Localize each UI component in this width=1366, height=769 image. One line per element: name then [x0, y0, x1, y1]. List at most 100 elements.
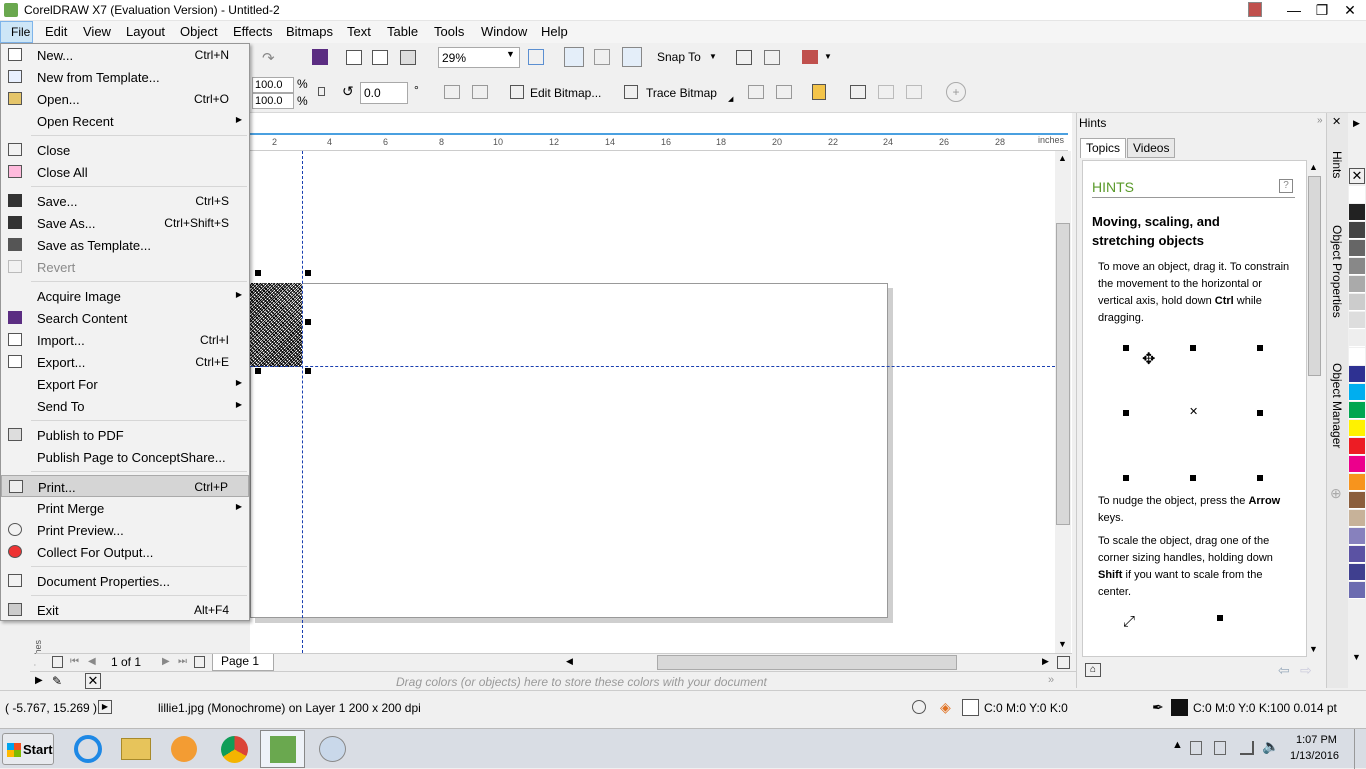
palette-expand-icon[interactable]: »	[1048, 674, 1054, 686]
show-grid-icon[interactable]	[594, 49, 610, 65]
palette-swatch[interactable]	[1349, 510, 1365, 527]
options-icon[interactable]	[736, 50, 752, 65]
menu-view[interactable]: View	[83, 24, 111, 39]
menu-item-revert[interactable]: Revert	[1, 256, 249, 278]
minimize-button[interactable]: —	[1280, 0, 1308, 21]
menu-tools[interactable]: Tools	[434, 24, 464, 39]
menu-object[interactable]: Object	[180, 24, 218, 39]
publish-pdf-icon[interactable]	[400, 50, 416, 65]
no-color-icon[interactable]: ✕	[85, 673, 101, 689]
palette-options-icon[interactable]: ▶	[35, 675, 43, 686]
eyedropper-icon[interactable]: ✎	[52, 674, 62, 688]
horizontal-guideline[interactable]	[250, 366, 1055, 367]
last-page-icon[interactable]: ⏭	[178, 656, 187, 667]
selection-handle[interactable]	[305, 270, 311, 276]
import-icon[interactable]	[346, 50, 362, 65]
palette-swatch[interactable]	[1349, 456, 1365, 473]
outline-color-swatch[interactable]	[1171, 699, 1188, 716]
mirror-horizontal-icon[interactable]	[444, 85, 460, 99]
palette-scroll-up-icon[interactable]: ▶	[1353, 118, 1360, 129]
scroll-down-icon[interactable]: ▼	[1058, 639, 1067, 649]
menu-item-print-merge[interactable]: Print Merge ▶	[1, 497, 249, 519]
hints-scrollbar[interactable]: ▲ ▼	[1307, 160, 1322, 657]
selection-handle[interactable]	[305, 319, 311, 325]
palette-swatch[interactable]	[1349, 204, 1365, 221]
scroll-up-icon[interactable]: ▲	[1058, 153, 1067, 163]
menu-item-export[interactable]: Export... Ctrl+E	[1, 351, 249, 373]
docker-tab-object-manager[interactable]: Object Manager	[1330, 363, 1344, 448]
menu-item-save[interactable]: Save... Ctrl+S	[1, 190, 249, 212]
menu-window[interactable]: Window	[481, 24, 527, 39]
palette-swatch[interactable]	[1349, 474, 1365, 491]
document-page[interactable]	[250, 283, 888, 618]
palette-swatch[interactable]	[1349, 582, 1365, 599]
menu-item-publish-to-pdf[interactable]: Publish to PDF	[1, 424, 249, 446]
prev-page-icon[interactable]: ◀	[88, 656, 96, 667]
menu-item-save-as-template[interactable]: Save as Template...	[1, 234, 249, 256]
scroll-down-icon[interactable]: ▼	[1309, 644, 1318, 654]
taskbar-app-coreldraw[interactable]	[260, 730, 305, 768]
lock-ratio-icon[interactable]	[318, 87, 325, 96]
palette-swatch[interactable]	[1349, 492, 1365, 509]
menu-item-close[interactable]: Close	[1, 139, 249, 161]
palette-swatch[interactable]	[1349, 222, 1365, 239]
corel-connect-icon[interactable]	[312, 49, 328, 65]
vertical-guideline[interactable]	[302, 151, 303, 653]
menu-help[interactable]: Help	[541, 24, 568, 39]
palette-swatch[interactable]	[1349, 564, 1365, 581]
bitmap-object[interactable]	[250, 283, 302, 367]
rotation-angle-input[interactable]	[360, 82, 408, 104]
maximize-button[interactable]: ❐	[1308, 0, 1336, 21]
menu-item-document-properties[interactable]: Document Properties...	[1, 570, 249, 592]
docker-collapse-icon[interactable]: »	[1317, 115, 1323, 126]
menu-bitmaps[interactable]: Bitmaps	[286, 24, 333, 39]
menu-item-print[interactable]: Print... Ctrl+P	[1, 475, 249, 497]
menu-item-collect-for-output[interactable]: Collect For Output...	[1, 541, 249, 563]
export-icon[interactable]	[372, 50, 388, 65]
redo-icon[interactable]: ↷	[262, 49, 275, 67]
scroll-left-icon[interactable]: ◀	[566, 656, 573, 667]
menu-layout[interactable]: Layout	[126, 24, 165, 39]
palette-swatch[interactable]	[1349, 186, 1365, 203]
application-launcher-icon[interactable]	[764, 50, 780, 65]
menu-item-open[interactable]: Open... Ctrl+O	[1, 88, 249, 110]
scroll-up-icon[interactable]: ▲	[1309, 162, 1318, 172]
menu-file[interactable]: File	[0, 21, 33, 43]
launch-icon[interactable]	[802, 50, 818, 64]
trace-bitmap-button[interactable]: Trace Bitmap	[646, 86, 717, 100]
palette-swatch[interactable]	[1349, 312, 1365, 329]
horizontal-ruler[interactable]: 2 4 6 8 10 12 14 16 18 20 22 24 26 28 in…	[250, 133, 1068, 151]
show-rulers-icon[interactable]	[564, 47, 584, 67]
palette-swatch[interactable]	[1349, 294, 1365, 311]
next-page-icon[interactable]: ▶	[162, 656, 170, 667]
menu-item-search-content[interactable]: Search Content	[1, 307, 249, 329]
menu-item-acquire-image[interactable]: Acquire Image ▶	[1, 285, 249, 307]
taskbar-app-ie[interactable]	[66, 730, 111, 768]
zoom-dropdown-arrow-icon[interactable]: ▼	[506, 49, 515, 59]
tray-icon[interactable]	[1214, 741, 1226, 755]
taskbar-app-chrome[interactable]	[212, 730, 257, 768]
selection-handle[interactable]	[305, 368, 311, 374]
docker-tab-object-properties[interactable]: Object Properties	[1330, 225, 1344, 318]
show-desktop-button[interactable]	[1354, 729, 1366, 769]
snap-to-button[interactable]: Snap To	[657, 50, 701, 64]
menu-effects[interactable]: Effects	[233, 24, 273, 39]
selection-handle[interactable]	[255, 368, 261, 374]
network-icon[interactable]	[1240, 741, 1254, 755]
show-hidden-icons-icon[interactable]: ▲	[1172, 739, 1183, 751]
back-arrow-icon[interactable]: ⇦	[1278, 662, 1290, 679]
user-icon[interactable]	[1248, 2, 1262, 17]
color-proof-icon[interactable]	[912, 700, 926, 714]
palette-swatch[interactable]	[1349, 402, 1365, 419]
hints-scroll-thumb[interactable]	[1308, 176, 1321, 376]
horizontal-scroll-thumb[interactable]	[657, 655, 957, 670]
menu-item-open-recent[interactable]: Open Recent ▶	[1, 110, 249, 132]
menu-item-print-preview[interactable]: Print Preview...	[1, 519, 249, 541]
snap-to-dropdown-icon[interactable]: ▼	[709, 52, 717, 61]
palette-swatch[interactable]	[1349, 384, 1365, 401]
menu-item-close-all[interactable]: Close All	[1, 161, 249, 183]
navigator-icon[interactable]	[1057, 656, 1070, 669]
to-back-icon[interactable]	[906, 85, 922, 99]
palette-swatch[interactable]	[1349, 276, 1365, 293]
vertical-scroll-thumb[interactable]	[1056, 223, 1070, 525]
